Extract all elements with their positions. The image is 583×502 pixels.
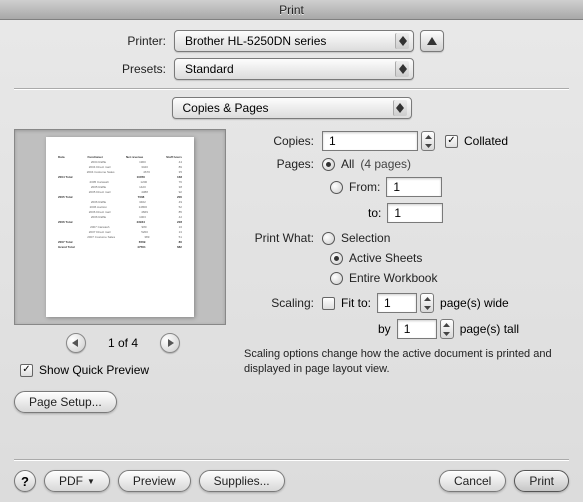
radio-icon [322,158,335,171]
supplies-button[interactable]: Supplies... [199,470,285,492]
updown-icon [393,100,407,116]
arrow-left-icon [72,339,80,347]
show-quick-preview-label: Show Quick Preview [39,363,149,377]
pages-from-input[interactable] [386,177,442,197]
print-dialog: Printer: Brother HL-5250DN series Preset… [0,20,583,502]
help-button[interactable]: ? [14,470,36,492]
next-page-button[interactable] [160,333,180,353]
section-select[interactable]: Copies & Pages [172,97,412,119]
presets-select[interactable]: Standard [174,58,414,80]
print-what-active-sheets-radio[interactable]: Active Sheets [330,251,422,265]
section-value: Copies & Pages [183,101,269,115]
options-pane: Copies: ✓ Collated Pages: All (4 pages) [244,129,569,413]
pages-tall-label: page(s) tall [460,322,519,336]
pages-to-label: to: [368,206,381,220]
pages-label: Pages: [244,157,322,171]
fit-tall-input[interactable] [397,319,437,339]
presets-value: Standard [185,62,234,76]
fit-wide-stepper[interactable] [420,293,434,313]
fit-wide-input[interactable] [377,293,417,313]
copies-input[interactable] [322,131,418,151]
fit-to-label: Fit to: [341,296,371,310]
pages-all-radio[interactable]: All (4 pages) [322,157,411,171]
updown-icon [395,33,409,49]
copies-label: Copies: [244,134,322,148]
preview-pane: DataFundraiserNet revenueStaff hours 200… [14,129,232,413]
print-what-selection-radio[interactable]: Selection [322,231,390,245]
triangle-down-icon: ▼ [87,477,95,486]
scaling-label: Scaling: [244,296,322,310]
fit-to-checkbox[interactable] [322,297,335,310]
preview-frame: DataFundraiserNet revenueStaff hours 200… [14,129,226,325]
updown-icon [395,61,409,77]
page-setup-button[interactable]: Page Setup... [14,391,117,413]
pdf-menu-button[interactable]: PDF▼ [44,470,110,492]
collated-label: Collated [464,134,508,148]
preview-button[interactable]: Preview [118,470,191,492]
prev-page-button[interactable] [66,333,86,353]
presets-label: Presets: [14,62,174,76]
radio-icon [330,252,343,265]
stepper-down-icon [425,144,432,148]
cancel-button[interactable]: Cancel [439,470,506,492]
footer: ? PDF▼ Preview Supplies... Cancel Print [14,459,569,492]
page-thumbnail: DataFundraiserNet revenueStaff hours 200… [46,137,194,317]
printer-value: Brother HL-5250DN series [185,34,326,48]
arrow-right-icon [166,339,174,347]
fit-tall-stepper[interactable] [440,319,454,339]
print-button[interactable]: Print [514,470,569,492]
pages-from-radio[interactable]: From: [330,180,380,194]
pages-to-input[interactable] [387,203,443,223]
copies-stepper[interactable] [421,131,435,151]
pages-wide-label: page(s) wide [440,296,509,310]
print-what-label: Print What: [244,231,322,245]
show-quick-preview-checkbox[interactable]: ✓ [20,364,33,377]
by-label: by [378,322,391,336]
radio-icon [330,272,343,285]
page-indicator: 1 of 4 [108,336,138,350]
separator [14,88,569,89]
triangle-up-icon [427,37,437,45]
collated-checkbox[interactable]: ✓ [445,135,458,148]
print-what-entire-workbook-radio[interactable]: Entire Workbook [330,271,437,285]
stepper-up-icon [425,135,432,139]
radio-icon [330,181,343,194]
collapse-button[interactable] [420,30,444,52]
window-title: Print [0,0,583,20]
printer-label: Printer: [14,34,174,48]
printer-select[interactable]: Brother HL-5250DN series [174,30,414,52]
radio-icon [322,232,335,245]
scaling-hint: Scaling options change how the active do… [244,347,569,378]
